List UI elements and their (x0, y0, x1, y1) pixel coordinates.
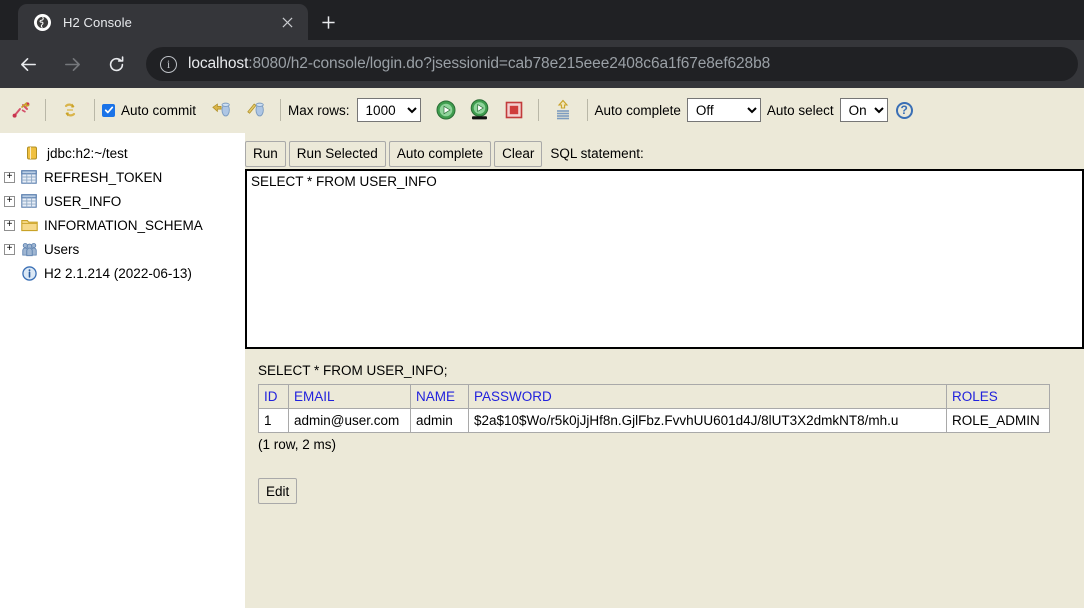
folder-icon (19, 216, 39, 234)
column-header-name[interactable]: NAME (410, 384, 469, 409)
info-icon (19, 264, 39, 282)
toolbar-divider (45, 99, 46, 121)
sql-statement-label: SQL statement: (550, 146, 644, 161)
url-text: localhost:8080/h2-console/login.do?jsess… (188, 55, 770, 73)
tree-expander[interactable]: + (4, 195, 15, 207)
new-tab-button[interactable] (313, 7, 343, 37)
cell-id: 1 (258, 408, 289, 433)
tree-item-label: USER_INFO (44, 193, 122, 209)
column-header-password[interactable]: PASSWORD (468, 384, 947, 409)
rollback-icon[interactable] (239, 96, 273, 124)
toolbar-divider (94, 99, 95, 121)
auto-complete-label: Auto complete (594, 102, 681, 118)
navigation-bar: i localhost:8080/h2-console/login.do?jse… (0, 40, 1084, 88)
run-selected-button[interactable]: Run Selected (288, 140, 386, 167)
auto-select-label: Auto select (766, 102, 834, 118)
auto-commit-label: Auto commit (121, 102, 197, 118)
database-cylinder-icon (22, 144, 42, 162)
sql-workarea: Run Run Selected Auto complete Clear SQL… (245, 133, 1084, 608)
tree-expander (7, 148, 18, 159)
tree-item-label: Users (44, 241, 80, 257)
cell-name: admin (410, 408, 469, 433)
disconnect-icon[interactable] (4, 96, 38, 124)
tree-item-version[interactable]: H2 2.1.214 (2022-06-13) (4, 261, 245, 285)
refresh-cycle-icon[interactable] (53, 96, 87, 124)
url-host: localhost (188, 55, 249, 72)
globe-icon (34, 13, 51, 31)
edit-button-wrap: Edit (258, 478, 1084, 504)
max-rows-label: Max rows: (288, 102, 350, 118)
reload-button[interactable] (99, 47, 133, 81)
sql-button-bar: Run Run Selected Auto complete Clear SQL… (245, 133, 1084, 169)
run-green-play-icon[interactable] (429, 96, 463, 124)
tree-item-user-info[interactable]: + USER_INFO (4, 189, 245, 213)
auto-complete-select[interactable]: Off (686, 98, 761, 122)
table-icon (19, 168, 39, 186)
column-header-email[interactable]: EMAIL (288, 384, 411, 409)
url-path: :8080/h2-console/login.do?jsessionid=cab… (248, 55, 771, 72)
address-bar[interactable]: i localhost:8080/h2-console/login.do?jse… (146, 47, 1078, 81)
edit-button[interactable]: Edit (258, 478, 298, 504)
tab-strip: H2 Console (0, 0, 1084, 40)
auto-select-select[interactable]: On (839, 98, 888, 122)
tab-title: H2 Console (63, 14, 132, 30)
tree-expander[interactable]: + (4, 243, 15, 255)
sql-editor-textarea[interactable] (245, 169, 1084, 349)
toolbar-divider (586, 99, 588, 121)
browser-tab[interactable]: H2 Console (18, 4, 308, 40)
column-header-roles[interactable]: ROLES (946, 384, 1050, 409)
cell-password: $2a$10$Wo/r5k0jJjHf8n.GjlFbz.FvvhUU601d4… (468, 408, 947, 433)
executed-query-text: SELECT * FROM USER_INFO; (258, 363, 448, 378)
tree-expander[interactable]: + (4, 219, 15, 231)
users-icon (19, 240, 39, 258)
close-icon[interactable] (276, 11, 298, 33)
h2-toolbar: Auto commit Max rows: 1000 Auto complete… (0, 88, 1084, 133)
browser-chrome: H2 Console i localhost:8080/h2-console/l… (0, 0, 1084, 88)
forward-button[interactable] (55, 47, 89, 81)
cell-email: admin@user.com (288, 408, 411, 433)
tree-item-label: jdbc:h2:~/test (47, 145, 128, 161)
auto-complete-button[interactable]: Auto complete (388, 140, 492, 167)
info-circle-icon[interactable]: i (160, 55, 177, 73)
tree-item-label: INFORMATION_SCHEMA (44, 217, 203, 233)
tree-item-refresh-token[interactable]: + REFRESH_TOKEN (4, 165, 245, 189)
tree-item-information-schema[interactable]: + INFORMATION_SCHEMA (4, 213, 245, 237)
table-row[interactable]: 1 admin@user.com admin $2a$10$Wo/r5k0jJj… (258, 408, 1050, 433)
database-tree-sidebar: jdbc:h2:~/test + REFRESH_TOKEN + USER_IN… (0, 133, 245, 608)
run-selected-green-play-icon[interactable] (463, 96, 497, 124)
tree-item-users[interactable]: + Users (4, 237, 245, 261)
table-icon (19, 192, 39, 210)
table-header-row: ID EMAIL NAME PASSWORD ROLES (258, 384, 1050, 409)
sql-history-icon[interactable] (546, 96, 580, 124)
tree-expander[interactable]: + (4, 171, 15, 183)
column-header-id[interactable]: ID (258, 384, 289, 409)
clear-button[interactable]: Clear (494, 140, 543, 167)
help-question-icon[interactable]: ? (895, 101, 913, 119)
toolbar-divider (280, 99, 282, 121)
results-table: ID EMAIL NAME PASSWORD ROLES 1 admin@use… (258, 384, 1050, 433)
commit-icon[interactable] (205, 96, 239, 124)
result-status-text: (1 row, 2 ms) (258, 437, 337, 452)
max-rows-select[interactable]: 1000 (356, 98, 421, 122)
auto-commit-checkbox[interactable] (102, 103, 115, 117)
cell-roles: ROLE_ADMIN (946, 408, 1050, 433)
workspace: jdbc:h2:~/test + REFRESH_TOKEN + USER_IN… (0, 133, 1084, 608)
results-panel: SELECT * FROM USER_INFO; ID EMAIL NAME P… (245, 349, 1084, 504)
run-button[interactable]: Run (245, 140, 286, 167)
tree-item-label: REFRESH_TOKEN (44, 169, 163, 185)
toolbar-divider (537, 99, 539, 121)
tree-item-connection[interactable]: jdbc:h2:~/test (4, 141, 245, 165)
tree-item-label: H2 2.1.214 (2022-06-13) (44, 265, 192, 281)
tree-expander (4, 268, 15, 279)
stop-red-square-icon[interactable] (497, 96, 531, 124)
back-button[interactable] (11, 47, 45, 81)
